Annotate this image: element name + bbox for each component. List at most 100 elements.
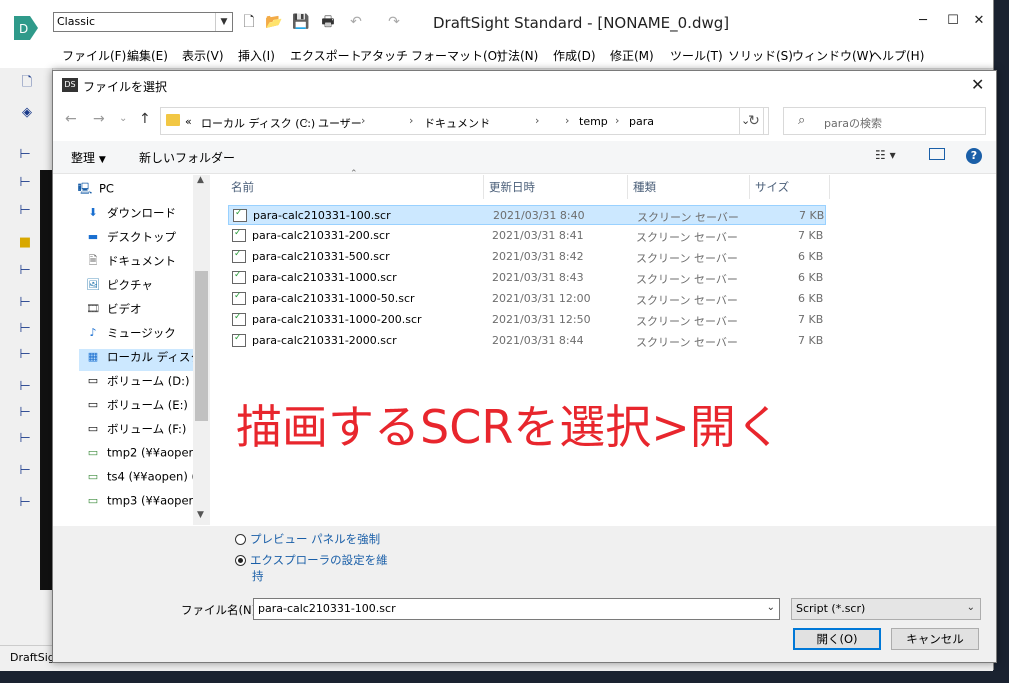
preview-pane-icon[interactable] (929, 148, 945, 160)
undo-icon[interactable]: ↶ (347, 13, 365, 31)
new-folder-button[interactable]: 新しいフォルダー (139, 149, 235, 166)
forward-icon[interactable]: → (93, 111, 105, 127)
new-icon[interactable]: 🗋 (18, 74, 36, 92)
workspace-combo[interactable]: Classic ▼ (53, 12, 233, 32)
breadcrumb-item[interactable]: temp (579, 115, 608, 128)
close-icon[interactable]: ✕ (968, 12, 990, 30)
breadcrumb-chevron-icon[interactable]: › (361, 114, 365, 127)
dimension-tool-icon[interactable]: ⊢ (16, 294, 34, 312)
dimension-tool-icon[interactable]: ⊢ (16, 146, 34, 164)
breadcrumb-item[interactable]: ドキュメント (424, 115, 490, 131)
dimension-tool-icon[interactable]: ⊢ (16, 404, 34, 422)
maximize-icon[interactable]: ☐ (942, 12, 964, 30)
breadcrumb-chevron-icon[interactable]: › (409, 114, 413, 127)
menu-draw[interactable]: 作成(D) (553, 47, 596, 64)
dimension-tool-icon[interactable]: ⊢ (16, 378, 34, 396)
column-header-type[interactable]: 種類 (628, 175, 750, 199)
nav-item-ts4[interactable]: ▭ts4 (¥¥aopen) (W (85, 469, 193, 491)
file-row[interactable]: para-calc210331-1000-200.scr 2021/03/31 … (228, 310, 826, 330)
menu-dimension[interactable]: 寸法(N) (496, 47, 538, 64)
minimize-icon[interactable]: ─ (912, 12, 934, 30)
menu-window[interactable]: ウィンドウ(W) (792, 47, 873, 64)
dimension-tool-icon[interactable]: ⊢ (16, 320, 34, 338)
menu-format[interactable]: フォーマット(O) (411, 47, 502, 64)
menu-edit[interactable]: 編集(E) (127, 47, 168, 64)
filename-value: para-calc210331-100.scr (258, 602, 396, 615)
new-file-icon[interactable]: 🗋 (240, 13, 258, 31)
breadcrumb-chevron-icon[interactable]: › (535, 114, 539, 127)
close-icon[interactable]: ✕ (971, 75, 984, 94)
menu-export[interactable]: エクスポート (290, 47, 362, 64)
open-button[interactable]: 開く(O) (793, 628, 881, 650)
file-row[interactable]: para-calc210331-1000-50.scr 2021/03/31 1… (228, 289, 826, 309)
dimension-tool-icon[interactable]: ■ (16, 234, 34, 252)
view-options-icon[interactable]: ☷ ▾ (875, 148, 896, 162)
chevron-down-icon[interactable]: ▼ (215, 13, 232, 31)
script-file-icon (232, 249, 246, 263)
breadcrumb-chevron-icon[interactable]: › (304, 114, 308, 127)
chevron-down-icon[interactable]: ⌄ (767, 602, 775, 613)
dimension-tool-icon[interactable]: ⊢ (16, 262, 34, 280)
file-row[interactable]: para-calc210331-1000.scr 2021/03/31 8:43… (228, 268, 826, 288)
menu-attach[interactable]: アタッチ (360, 47, 408, 64)
menu-view[interactable]: 表示(V) (182, 47, 224, 64)
instruction-annotation: 描画するSCRを選択>開く (236, 400, 782, 454)
filename-label: ファイル名(N): (181, 603, 260, 617)
dimension-tool-icon[interactable]: ⊢ (16, 346, 34, 364)
nav-item-pc[interactable]: 🖳 PC (77, 181, 207, 203)
radio-button[interactable] (235, 555, 246, 566)
nav-item-local-disk[interactable]: ▦ローカル ディスク (C (79, 349, 199, 371)
navigation-pane: 🖳 PC ⬇ ダウンロード ▬ デスクトップ 🗎 ドキュメント 🖼 ピクチャ 🎞 ビデオ ♪… (53, 175, 210, 525)
breadcrumb-item[interactable]: ローカル ディスク (C:) (201, 115, 315, 131)
menu-help[interactable]: ヘルプ(H) (870, 47, 924, 64)
menu-modify[interactable]: 修正(M) (610, 47, 654, 64)
save-icon[interactable]: 💾 (292, 13, 310, 31)
menu-insert[interactable]: 挿入(I) (238, 47, 275, 64)
up-icon[interactable]: ↑ (139, 111, 151, 127)
breadcrumb-overflow[interactable]: « (185, 115, 192, 128)
dialog-title: ファイルを選択 (83, 80, 168, 94)
dimension-tool-icon[interactable]: ⊢ (16, 202, 34, 220)
dialog-app-icon: DS (62, 78, 78, 92)
filetype-select[interactable]: Script (*.scr) ⌄ (791, 598, 981, 620)
workspace-value: Classic (57, 15, 96, 28)
breadcrumb-item[interactable]: para (629, 115, 654, 128)
chevron-down-icon[interactable]: ⌄ (967, 602, 975, 613)
radio-keep-explorer[interactable]: エクスプローラの設定を維 (235, 552, 388, 568)
back-icon[interactable]: ← (65, 111, 77, 127)
column-header-date[interactable]: 更新日時 (484, 175, 628, 199)
breadcrumb-item[interactable]: ユーザー (318, 115, 362, 131)
open-folder-icon[interactable]: 📂 (265, 13, 283, 31)
dimension-tool-icon[interactable]: ⊢ (16, 462, 34, 480)
file-row[interactable]: para-calc210331-2000.scr 2021/03/31 8:44… (228, 331, 826, 351)
address-bar[interactable]: « ローカル ディスク (C:) › ユーザー › › ドキュメント › › ›… (160, 107, 764, 135)
breadcrumb-chevron-icon[interactable]: › (615, 114, 619, 127)
dimension-tool-icon[interactable]: ⊢ (16, 174, 34, 192)
breadcrumb-chevron-icon[interactable]: › (565, 114, 569, 127)
organize-button[interactable]: 整理 ▼ (71, 149, 106, 166)
breadcrumb-chevron-icon[interactable]: › (485, 114, 489, 127)
file-row[interactable]: para-calc210331-200.scr 2021/03/31 8:41 … (228, 226, 826, 246)
help-icon[interactable]: ? (966, 148, 982, 164)
column-header-size[interactable]: サイズ (750, 175, 830, 199)
nav-scrollbar-thumb[interactable] (195, 271, 208, 421)
scroll-up-icon[interactable]: ▲ (197, 175, 204, 185)
radio-force-preview[interactable]: プレビュー パネルを強制 (235, 531, 380, 547)
filename-input[interactable]: para-calc210331-100.scr ⌄ (253, 598, 780, 620)
file-row[interactable]: para-calc210331-500.scr 2021/03/31 8:42 … (228, 247, 826, 267)
menu-tools[interactable]: ツール(T) (670, 47, 723, 64)
file-row[interactable]: para-calc210331-100.scr 2021/03/31 8:40 … (228, 205, 826, 225)
recent-chevron-icon[interactable]: ⌄ (119, 113, 127, 124)
search-input[interactable]: ⌕ paraの検索 (783, 107, 986, 135)
menu-file[interactable]: ファイル(F) (62, 47, 126, 64)
cancel-button[interactable]: キャンセル (891, 628, 979, 650)
redo-icon[interactable]: ↷ (385, 13, 403, 31)
dimension-tool-icon[interactable]: ⊢ (16, 430, 34, 448)
scroll-down-icon[interactable]: ▼ (197, 510, 204, 520)
radio-button[interactable] (235, 534, 246, 545)
print-icon[interactable]: 🖶 (319, 13, 337, 31)
menu-solid[interactable]: ソリッド(S) (728, 47, 793, 64)
refresh-icon[interactable]: ↻ (739, 107, 769, 135)
dimension-tool-icon[interactable]: ⊢ (16, 494, 34, 512)
layer-icon[interactable]: ◈ (18, 104, 36, 122)
